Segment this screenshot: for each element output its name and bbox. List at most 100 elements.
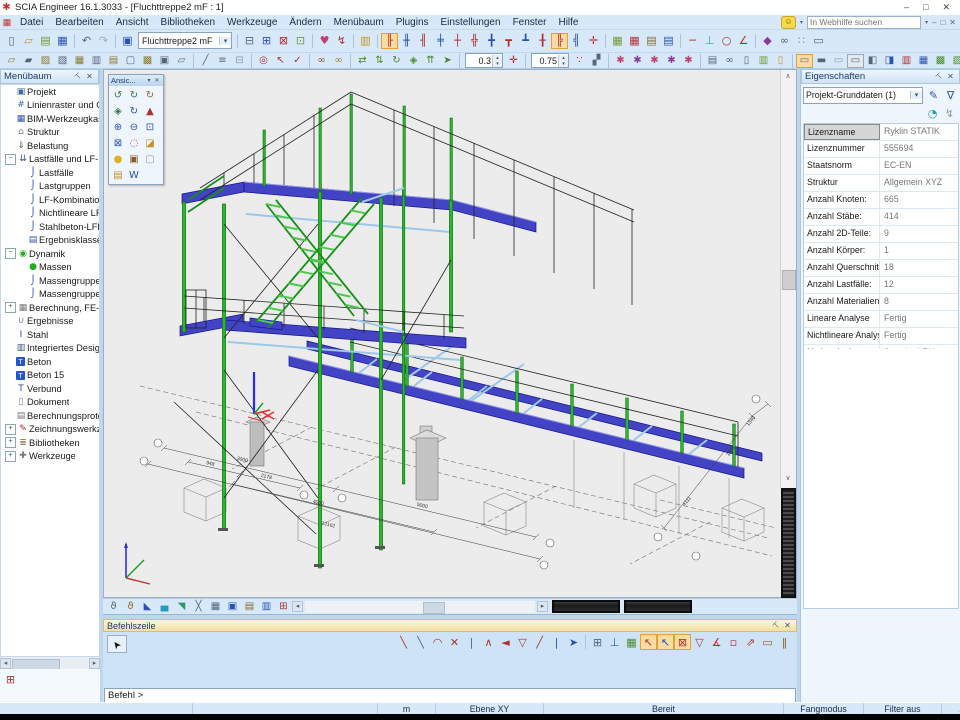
undo-icon[interactable]: ↶ — [78, 33, 95, 49]
maximize-button[interactable]: □ — [923, 2, 928, 13]
snap-parallel-icon[interactable]: ╲ — [412, 634, 429, 650]
section-cut-icon[interactable]: ╳ — [190, 600, 207, 614]
shadow-icon[interactable]: ▢ — [142, 151, 158, 167]
print-icon[interactable]: ▤ — [704, 54, 721, 68]
property-row-anzahl-querschnitte[interactable]: Anzahl Querschnitte:18 — [804, 260, 958, 277]
property-value[interactable]: 12 — [880, 277, 958, 293]
action-arrow-icon[interactable]: ↯ — [941, 105, 958, 121]
snap-line-point-icon[interactable]: ↖ — [657, 634, 674, 650]
scroll-down-icon[interactable]: ∨ — [781, 472, 795, 486]
spin-arrows-icon[interactable]: ▴▾ — [558, 55, 568, 67]
solid-mode-icon[interactable]: ◨ — [881, 54, 898, 68]
webhelp-search-input[interactable] — [807, 16, 921, 29]
property-value[interactable]: 8 — [880, 294, 958, 310]
snap-parallel2-icon[interactable]: ‖ — [776, 634, 793, 650]
collapse-icon[interactable]: − — [5, 248, 16, 259]
scroll-thumb[interactable] — [12, 659, 60, 670]
property-row-anzahl-lastfälle[interactable]: Anzahl Lastfälle:12 — [804, 277, 958, 294]
zoom-window-icon[interactable]: ⊡ — [142, 119, 158, 135]
cursor-snap-icon[interactable]: ➤ — [565, 634, 582, 650]
supports-display-icon[interactable]: ▩ — [932, 54, 949, 68]
load-panel-tool-icon[interactable]: ╠ — [551, 33, 568, 49]
table-results-icon[interactable]: ▤ — [643, 33, 660, 49]
snap-endpoint-icon[interactable]: ◄ — [497, 634, 514, 650]
menu-fenster[interactable]: Fenster — [507, 17, 553, 28]
accept-selection-icon[interactable]: ✓ — [289, 54, 306, 68]
snap-midpoint-icon[interactable]: ▽ — [514, 634, 531, 650]
menu-ändern[interactable]: Ändern — [283, 17, 327, 28]
tree-item-stahlbeton-lfk[interactable]: ⌡Stahlbeton-LFK — [1, 220, 99, 234]
expand-icon[interactable]: + — [5, 451, 16, 462]
property-row-struktur[interactable]: StrukturAllgemein XYZ — [804, 175, 958, 192]
tree-item-berechnung-fe-netz[interactable]: +▦Berechnung, FE-Netz — [1, 301, 99, 315]
tree-item-massengruppen[interactable]: ⌡Massengruppen — [1, 274, 99, 288]
texture-mode-icon[interactable]: ▥ — [898, 54, 915, 68]
label-supports-icon[interactable]: ✱ — [680, 54, 697, 68]
pointer-select-icon[interactable]: ↖ — [272, 54, 289, 68]
collapse-icon[interactable]: − — [5, 154, 16, 165]
snap-intersection-icon[interactable]: ✕ — [446, 634, 463, 650]
pin-icon[interactable]: ⊤ — [73, 72, 84, 81]
docked-dark-panel-2[interactable] — [624, 600, 692, 613]
select-previous-icon[interactable]: ▥ — [88, 54, 105, 68]
snap-ruler-icon[interactable]: ▭ — [759, 634, 776, 650]
mdi-minimize-button[interactable]: – — [932, 18, 936, 27]
tree-item-verbund[interactable]: TVerbund — [1, 382, 99, 396]
copy-add-icon[interactable]: ⊠ — [275, 33, 292, 49]
snap-mesh-icon[interactable]: ▦ — [623, 634, 640, 650]
close-panel-icon[interactable]: ✕ — [84, 72, 95, 81]
array-icon[interactable]: ⇈ — [422, 54, 439, 68]
mesh-mode-icon[interactable]: ▦ — [915, 54, 932, 68]
zoom-in-icon[interactable]: ⊕ — [110, 119, 126, 135]
select-members-icon[interactable]: ▱ — [3, 54, 20, 68]
menu-datei[interactable]: Datei — [14, 17, 49, 28]
pin-icon[interactable]: ⊤ — [934, 72, 945, 81]
tree-item-massen[interactable]: ●Massen — [1, 261, 99, 275]
transparent-mode-icon[interactable]: ◧ — [864, 54, 881, 68]
tree-item-dokument[interactable]: ▯Dokument — [1, 396, 99, 410]
catalog-block-tool-icon[interactable]: ╣ — [568, 33, 585, 49]
tree-item-projekt[interactable]: ▣Projekt — [1, 85, 99, 99]
spin-value[interactable]: 0.75 — [532, 56, 558, 66]
snap-box-icon[interactable]: ⊠ — [674, 634, 691, 650]
tee-profile-icon[interactable]: ⊥ — [701, 33, 718, 49]
cursor-mode-button[interactable]: ➤ — [107, 635, 127, 653]
tree-item-lastfälle-und-lf-kombinatic[interactable]: −⇊Lastfälle und LF-Kombinatic — [1, 153, 99, 167]
document-icon[interactable]: ▯ — [738, 54, 755, 68]
beam-tool-icon[interactable]: ╫ — [398, 33, 415, 49]
menu-einstellungen[interactable]: Einstellungen — [435, 17, 507, 28]
scroll-left-icon[interactable]: ◂ — [0, 658, 11, 669]
cut-section-icon[interactable]: ╱ — [197, 54, 214, 68]
link-members-icon[interactable]: ∞ — [313, 54, 330, 68]
mirror-icon[interactable]: ◈ — [405, 54, 422, 68]
scroll-right-icon[interactable]: ▸ — [89, 658, 100, 669]
tree-item-berechnungsprotokoll[interactable]: ▤Berechnungsprotokoll — [1, 409, 99, 423]
minimize-button[interactable]: – — [904, 2, 909, 13]
mdi-restore-button[interactable]: □ — [940, 18, 945, 27]
spin-value[interactable]: 0.3 — [466, 56, 492, 66]
docked-dark-panel-1[interactable] — [552, 600, 620, 613]
tree-item-struktur[interactable]: ⌂Struktur — [1, 126, 99, 140]
project-window-icon[interactable]: ▣ — [119, 33, 136, 49]
snap-ortho-icon[interactable]: | — [548, 634, 565, 650]
snap-line-icon[interactable]: ╲ — [395, 634, 412, 650]
copy-multi-icon[interactable]: ⇅ — [371, 54, 388, 68]
lasso-select-icon[interactable]: ◎ — [255, 54, 272, 68]
graph-scale-icon[interactable]: ▄ — [156, 600, 173, 614]
save-icon[interactable]: ▦ — [54, 33, 71, 49]
search-dropdown-icon[interactable]: ▾ — [925, 19, 928, 26]
rib-tool-icon[interactable]: ┳ — [500, 33, 517, 49]
iso-view-icon[interactable]: ◈ — [110, 103, 126, 119]
command-input[interactable]: Befehl > — [104, 688, 796, 703]
snap-ortho-points-icon[interactable]: ▫ — [725, 634, 742, 650]
select-polygon-icon[interactable]: ▣ — [156, 54, 173, 68]
viewport-horizontal-scrollbar[interactable] — [305, 601, 535, 613]
hscroll-right-icon[interactable]: ▸ — [537, 601, 548, 612]
expand-icon[interactable]: + — [5, 437, 16, 448]
select-by-layer-icon[interactable]: ▦ — [71, 54, 88, 68]
expand-icon[interactable]: + — [5, 302, 16, 313]
deselect-all-icon[interactable]: ▢ — [122, 54, 139, 68]
menu-menübaum[interactable]: Menübaum — [328, 17, 390, 28]
label-members-icon[interactable]: ✱ — [612, 54, 629, 68]
snap-perpendicular-icon[interactable]: ⊥ — [606, 634, 623, 650]
